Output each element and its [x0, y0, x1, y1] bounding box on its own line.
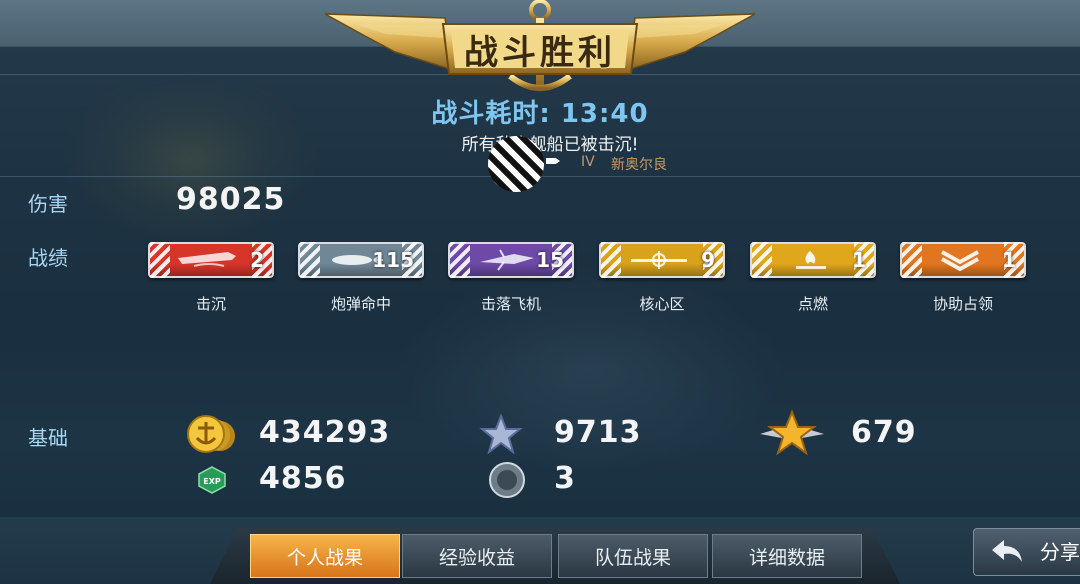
badge-kills-value: 2 [250, 248, 264, 272]
base-label: 基础 [28, 426, 68, 450]
share-back-arrow-icon [992, 540, 1022, 562]
medals-value: 3 [554, 461, 576, 496]
battle-time: 战斗耗时: 13:40 [431, 99, 649, 129]
plane-shot-icon [480, 249, 534, 271]
exp-value: 4856 [259, 461, 347, 496]
tab-personal-results[interactable]: 个人战果 [250, 534, 400, 578]
damage-label: 伤害 [28, 192, 68, 216]
badge-kills-label: 击沉 [195, 295, 226, 313]
badge-shell-hits-label: 炮弹命中 [330, 295, 391, 313]
share-label: 分享 [1040, 540, 1080, 564]
rank-star-icon [760, 410, 824, 456]
badge-shell-hits[interactable]: 115 [298, 242, 424, 278]
gold-coin-icon [187, 415, 235, 453]
star-xp-value: 9713 [554, 415, 642, 450]
citadel-icon [631, 251, 687, 269]
exp-icon: EXP [198, 466, 226, 494]
badge-planes-shot[interactable]: 15 [448, 242, 574, 278]
ship-tier: IV [581, 154, 595, 170]
badge-fire-value: 1 [852, 248, 866, 272]
badge-citadel-value: 9 [701, 248, 715, 272]
damage-value: 98025 [176, 182, 286, 217]
tab-detailed-data[interactable]: 详细数据 [712, 534, 862, 578]
badge-kills[interactable]: 2 [148, 242, 274, 278]
medal-icon [489, 462, 525, 498]
tab-team-results[interactable]: 队伍战果 [558, 534, 708, 578]
victory-title: 战斗胜利 [464, 32, 616, 73]
ship-name: 新奥尔良 [611, 157, 667, 173]
badge-citadel-label: 核心区 [639, 295, 685, 313]
gold-value: 434293 [259, 415, 391, 450]
badge-shell-hits-value: 115 [372, 248, 414, 272]
exp-icon-text: EXP [203, 477, 221, 486]
badge-planes-shot-value: 15 [536, 248, 564, 272]
capture-assist-icon [941, 250, 979, 272]
badge-fire-label: 点燃 [797, 295, 828, 313]
badge-planes-shot-label: 击落飞机 [480, 295, 541, 313]
badge-capture-assist-value: 1 [1002, 248, 1016, 272]
ship-sinking-icon [178, 252, 236, 267]
fire-icon [796, 251, 826, 269]
badge-citadel[interactable]: 9 [599, 242, 725, 278]
badge-capture-assist[interactable]: 1 [900, 242, 1026, 278]
rank-points-value: 679 [851, 415, 917, 450]
player-avatar [488, 136, 544, 192]
star-xp-icon [479, 414, 523, 454]
badge-fire[interactable]: 1 [750, 242, 876, 278]
badge-capture-assist-label: 协助占领 [932, 295, 993, 313]
tab-exp-earnings[interactable]: 经验收益 [402, 534, 552, 578]
achievements-label: 战绩 [28, 246, 68, 270]
